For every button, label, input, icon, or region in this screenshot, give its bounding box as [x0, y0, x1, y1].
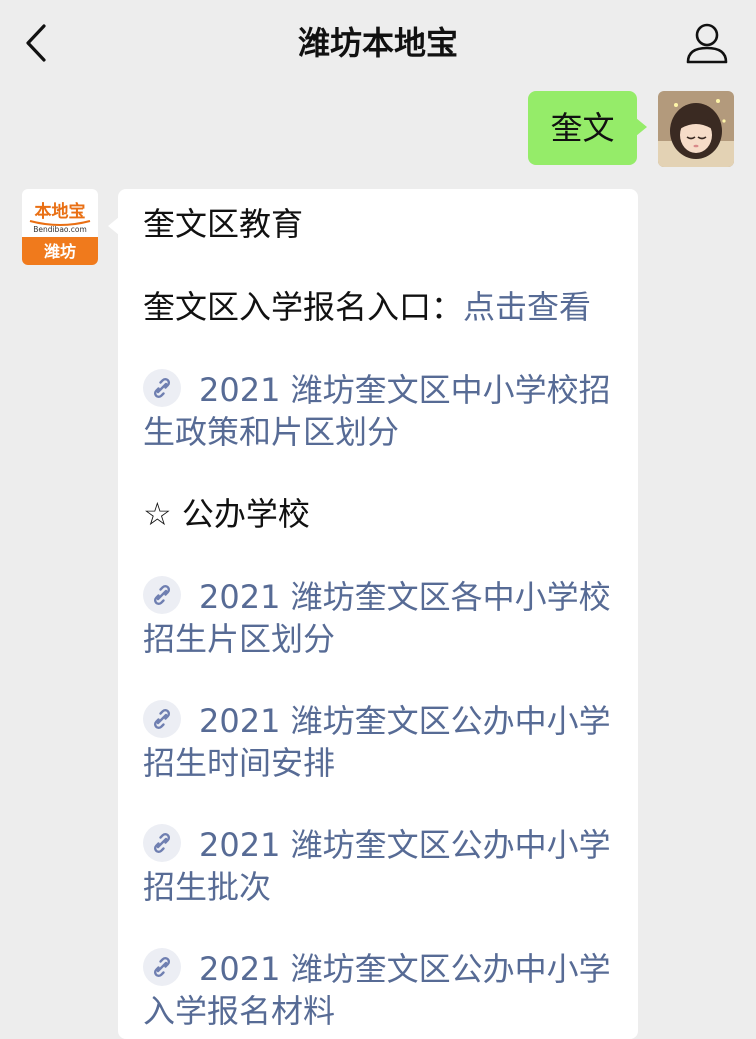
person-icon	[686, 23, 728, 64]
message-heading: 奎文区教育	[143, 205, 304, 243]
logo-city-text: 潍坊	[44, 242, 76, 261]
article-link-1[interactable]: 2021 潍坊奎文区中小学校招 生政策和片区划分	[143, 369, 616, 453]
top-bar: 潍坊本地宝	[0, 0, 756, 86]
link-icon	[143, 948, 181, 986]
entry-label: 奎文区入学报名入口：	[143, 288, 464, 326]
link-icon	[143, 824, 181, 862]
logo-brand-text: 本地宝	[35, 201, 86, 222]
entry-line: 奎文区入学报名入口：点击查看	[143, 286, 616, 329]
page-title: 潍坊本地宝	[297, 24, 458, 62]
star-icon: ☆	[143, 495, 172, 533]
outgoing-message-bubble[interactable]: 奎文	[528, 91, 647, 165]
section-title: 公办学校	[181, 495, 310, 533]
outgoing-message-text: 奎文	[550, 109, 615, 147]
article-link-5-line2: 入学报名材料	[143, 992, 336, 1030]
article-link-4[interactable]: 2021 潍坊奎文区公办中小学 招生批次	[143, 824, 616, 908]
link-icon	[143, 576, 181, 614]
user-avatar[interactable]	[658, 91, 734, 167]
article-link-1-line2: 生政策和片区划分	[143, 413, 400, 451]
link-icon	[143, 700, 181, 738]
article-link-2-line2: 招生片区划分	[143, 620, 336, 658]
article-link-3-line2: 招生时间安排	[143, 744, 336, 782]
article-link-1-line1: 2021 潍坊奎文区中小学校招	[199, 371, 611, 409]
article-link-3-line1: 2021 潍坊奎文区公办中小学	[199, 702, 611, 740]
article-link-5-line1: 2021 潍坊奎文区公办中小学	[199, 950, 611, 988]
incoming-message-bubble: 奎文区教育 奎文区入学报名入口：点击查看 2021 潍坊奎文区中小学校招 生政策…	[108, 189, 638, 1039]
link-icon	[143, 369, 181, 407]
bendibao-logo-avatar[interactable]: 本地宝 Bendibao.com 潍坊	[22, 189, 98, 265]
article-link-2[interactable]: 2021 潍坊奎文区各中小学校 招生片区划分	[143, 576, 616, 660]
logo-domain-text: Bendibao.com	[33, 225, 87, 234]
section-heading: ☆ 公办学校	[143, 493, 616, 536]
article-link-5[interactable]: 2021 潍坊奎文区公办中小学 入学报名材料	[143, 948, 616, 1032]
profile-button[interactable]	[684, 20, 730, 66]
article-link-4-line1: 2021 潍坊奎文区公办中小学	[199, 826, 611, 864]
article-link-2-line1: 2021 潍坊奎文区各中小学校	[199, 578, 611, 616]
article-link-4-line2: 招生批次	[143, 868, 272, 906]
article-link-3[interactable]: 2021 潍坊奎文区公办中小学 招生时间安排	[143, 700, 616, 784]
entry-link[interactable]: 点击查看	[463, 288, 591, 326]
